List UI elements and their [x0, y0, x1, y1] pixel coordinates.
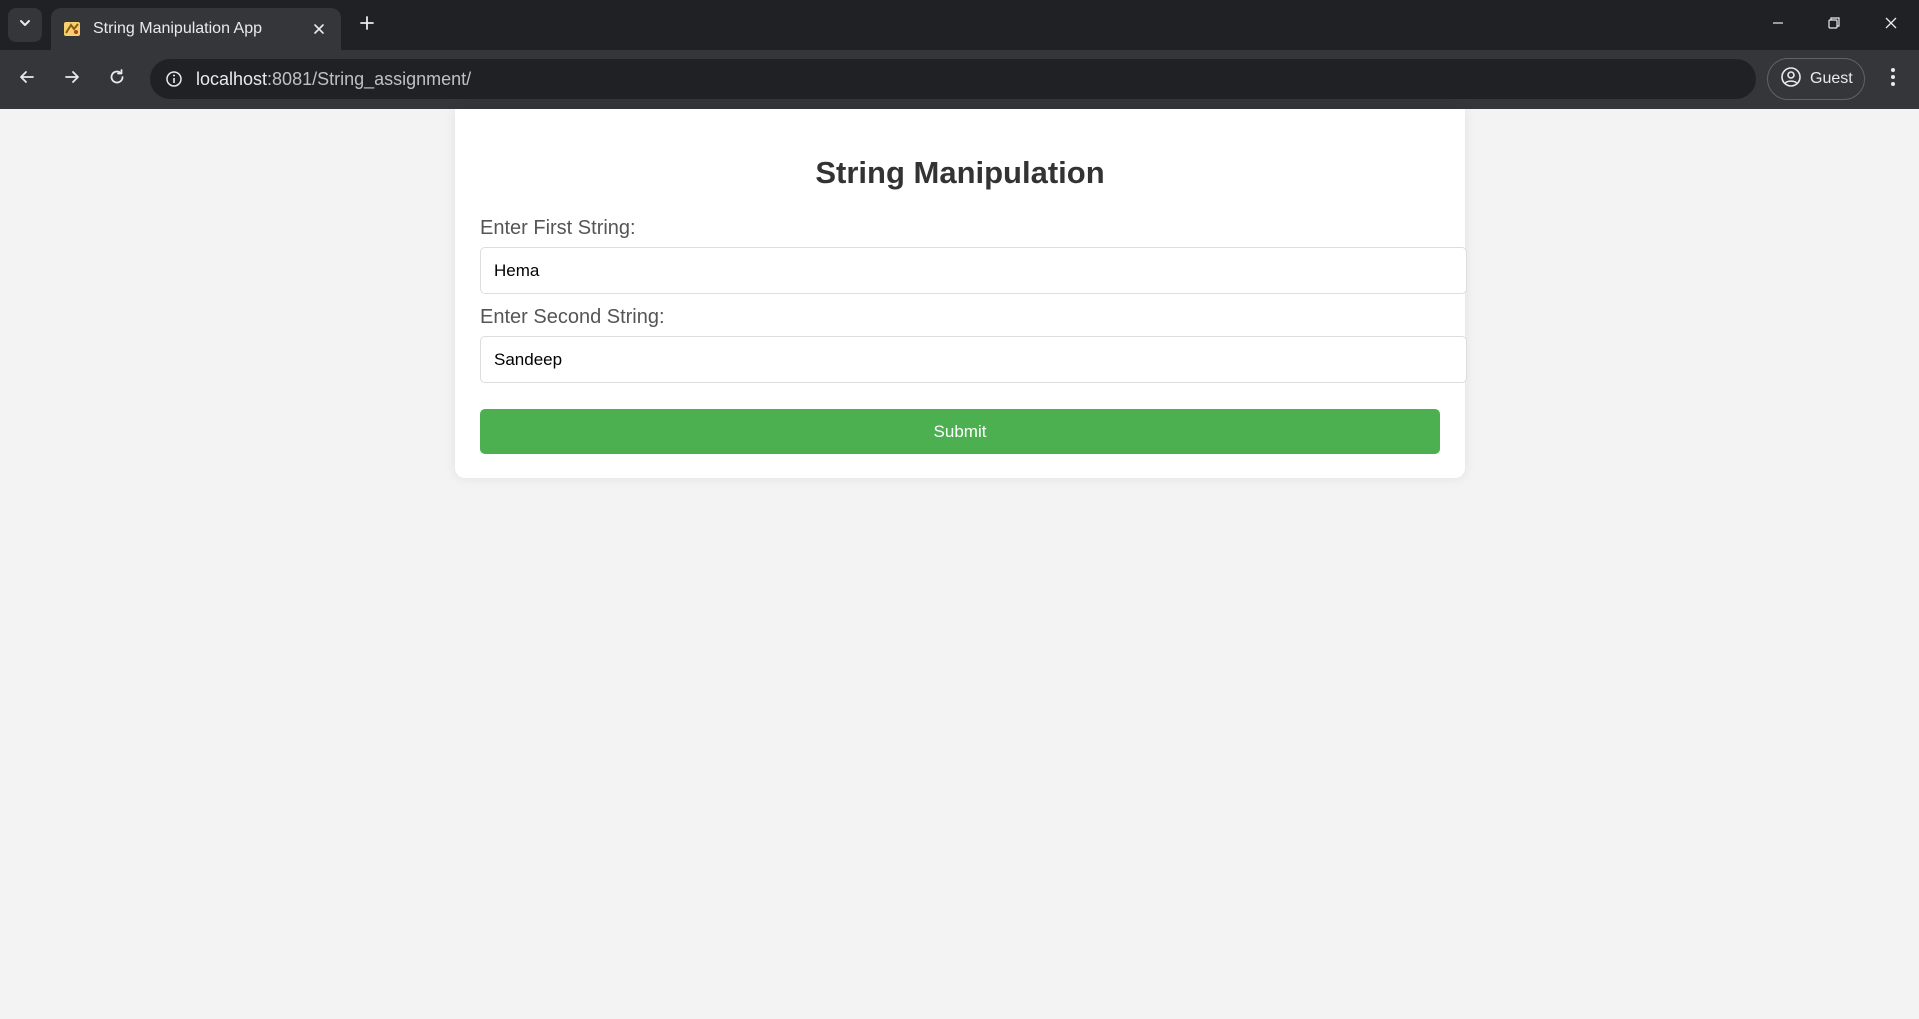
profile-button[interactable]: Guest [1767, 58, 1865, 100]
new-tab-button[interactable] [352, 10, 382, 40]
minimize-icon [1771, 16, 1785, 35]
close-icon[interactable] [309, 19, 329, 39]
info-icon[interactable] [162, 67, 186, 91]
submit-button[interactable]: Submit [480, 409, 1440, 454]
profile-label: Guest [1810, 70, 1853, 87]
address-bar[interactable]: localhost:8081/String_assignment/ [150, 59, 1756, 99]
page-viewport: String Manipulation Enter First String: … [0, 109, 1919, 1019]
restore-button[interactable] [1806, 0, 1862, 50]
url-path: :8081/String_assignment/ [267, 68, 472, 89]
back-button[interactable] [10, 62, 44, 96]
close-window-button[interactable] [1863, 0, 1919, 50]
browser-toolbar: localhost:8081/String_assignment/ Guest [0, 50, 1919, 109]
page-title: String Manipulation [815, 155, 1105, 190]
url-text: localhost:8081/String_assignment/ [196, 69, 471, 90]
arrow-left-icon [18, 68, 36, 91]
reload-icon [108, 68, 126, 91]
chevron-down-icon [18, 16, 32, 35]
close-icon [1884, 16, 1898, 35]
tomcat-favicon-icon [63, 20, 81, 38]
first-string-input[interactable] [480, 247, 1467, 294]
plus-icon [359, 15, 375, 36]
browser-tab-strip: String Manipulation App [0, 0, 1919, 50]
browser-tab-active[interactable]: String Manipulation App [51, 8, 341, 50]
minimize-button[interactable] [1750, 0, 1806, 50]
restore-icon [1827, 16, 1841, 35]
forward-button[interactable] [55, 62, 89, 96]
browser-menu-button[interactable] [1878, 62, 1908, 96]
reload-button[interactable] [100, 62, 134, 96]
form-card: String Manipulation Enter First String: … [455, 109, 1467, 478]
more-vertical-icon [1890, 67, 1896, 92]
tab-search-button[interactable] [8, 8, 42, 42]
account-circle-icon [1780, 66, 1802, 93]
second-string-input[interactable] [480, 336, 1467, 383]
url-host: localhost [196, 68, 268, 89]
arrow-right-icon [63, 68, 81, 91]
tab-title: String Manipulation App [93, 20, 262, 37]
first-string-label: Enter First String: [480, 217, 636, 239]
second-string-label: Enter Second String: [480, 306, 665, 328]
